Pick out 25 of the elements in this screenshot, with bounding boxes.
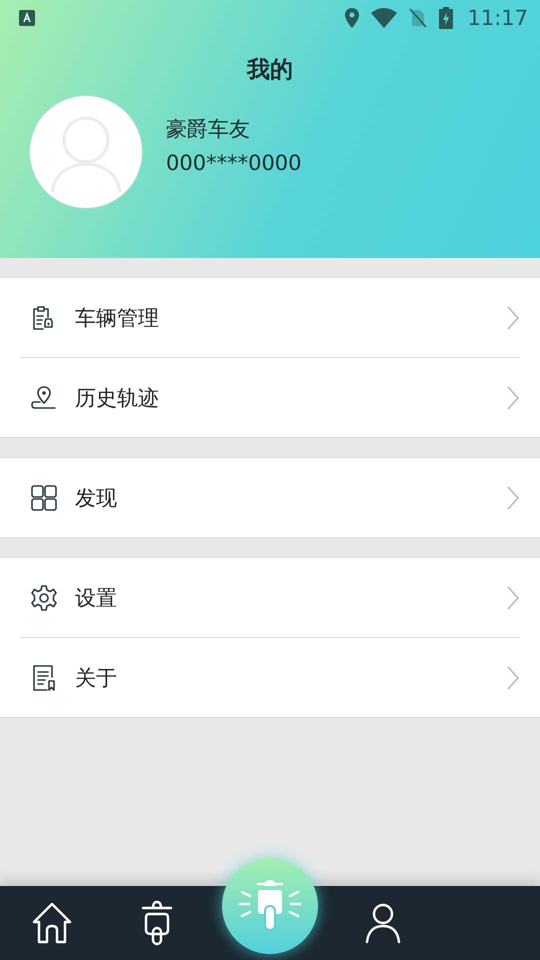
chevron-right-icon — [507, 386, 519, 410]
grid-icon — [31, 484, 57, 510]
scooter-lights-icon — [238, 878, 302, 934]
user-name: 豪爵车友 — [166, 116, 251, 143]
document-icon — [31, 664, 57, 690]
page-title: 我的 — [246, 56, 294, 85]
chevron-right-icon — [507, 666, 519, 690]
menu-item[interactable]: 关于 — [20, 637, 520, 717]
menu-item[interactable]: 历史轨迹 — [20, 357, 520, 437]
menu-item[interactable]: 设置 — [20, 558, 520, 637]
chevron-right-icon — [507, 306, 519, 330]
battery-charging-icon — [439, 7, 454, 29]
menu-item[interactable]: 发现 — [20, 458, 520, 537]
status-time: 11:17 — [467, 6, 528, 30]
wifi-icon — [371, 8, 398, 28]
chevron-right-icon — [507, 486, 519, 510]
settings-icon — [31, 584, 57, 610]
scooter-action-button[interactable] — [222, 858, 318, 954]
map-pin-icon — [31, 384, 57, 410]
keyboard-icon — [19, 10, 35, 26]
menu-item[interactable]: 车辆管理 — [20, 278, 520, 357]
user-phone: 000****0000 — [166, 151, 302, 175]
location-icon — [345, 8, 360, 28]
chevron-right-icon — [507, 586, 519, 610]
no-sim-icon — [409, 8, 428, 28]
